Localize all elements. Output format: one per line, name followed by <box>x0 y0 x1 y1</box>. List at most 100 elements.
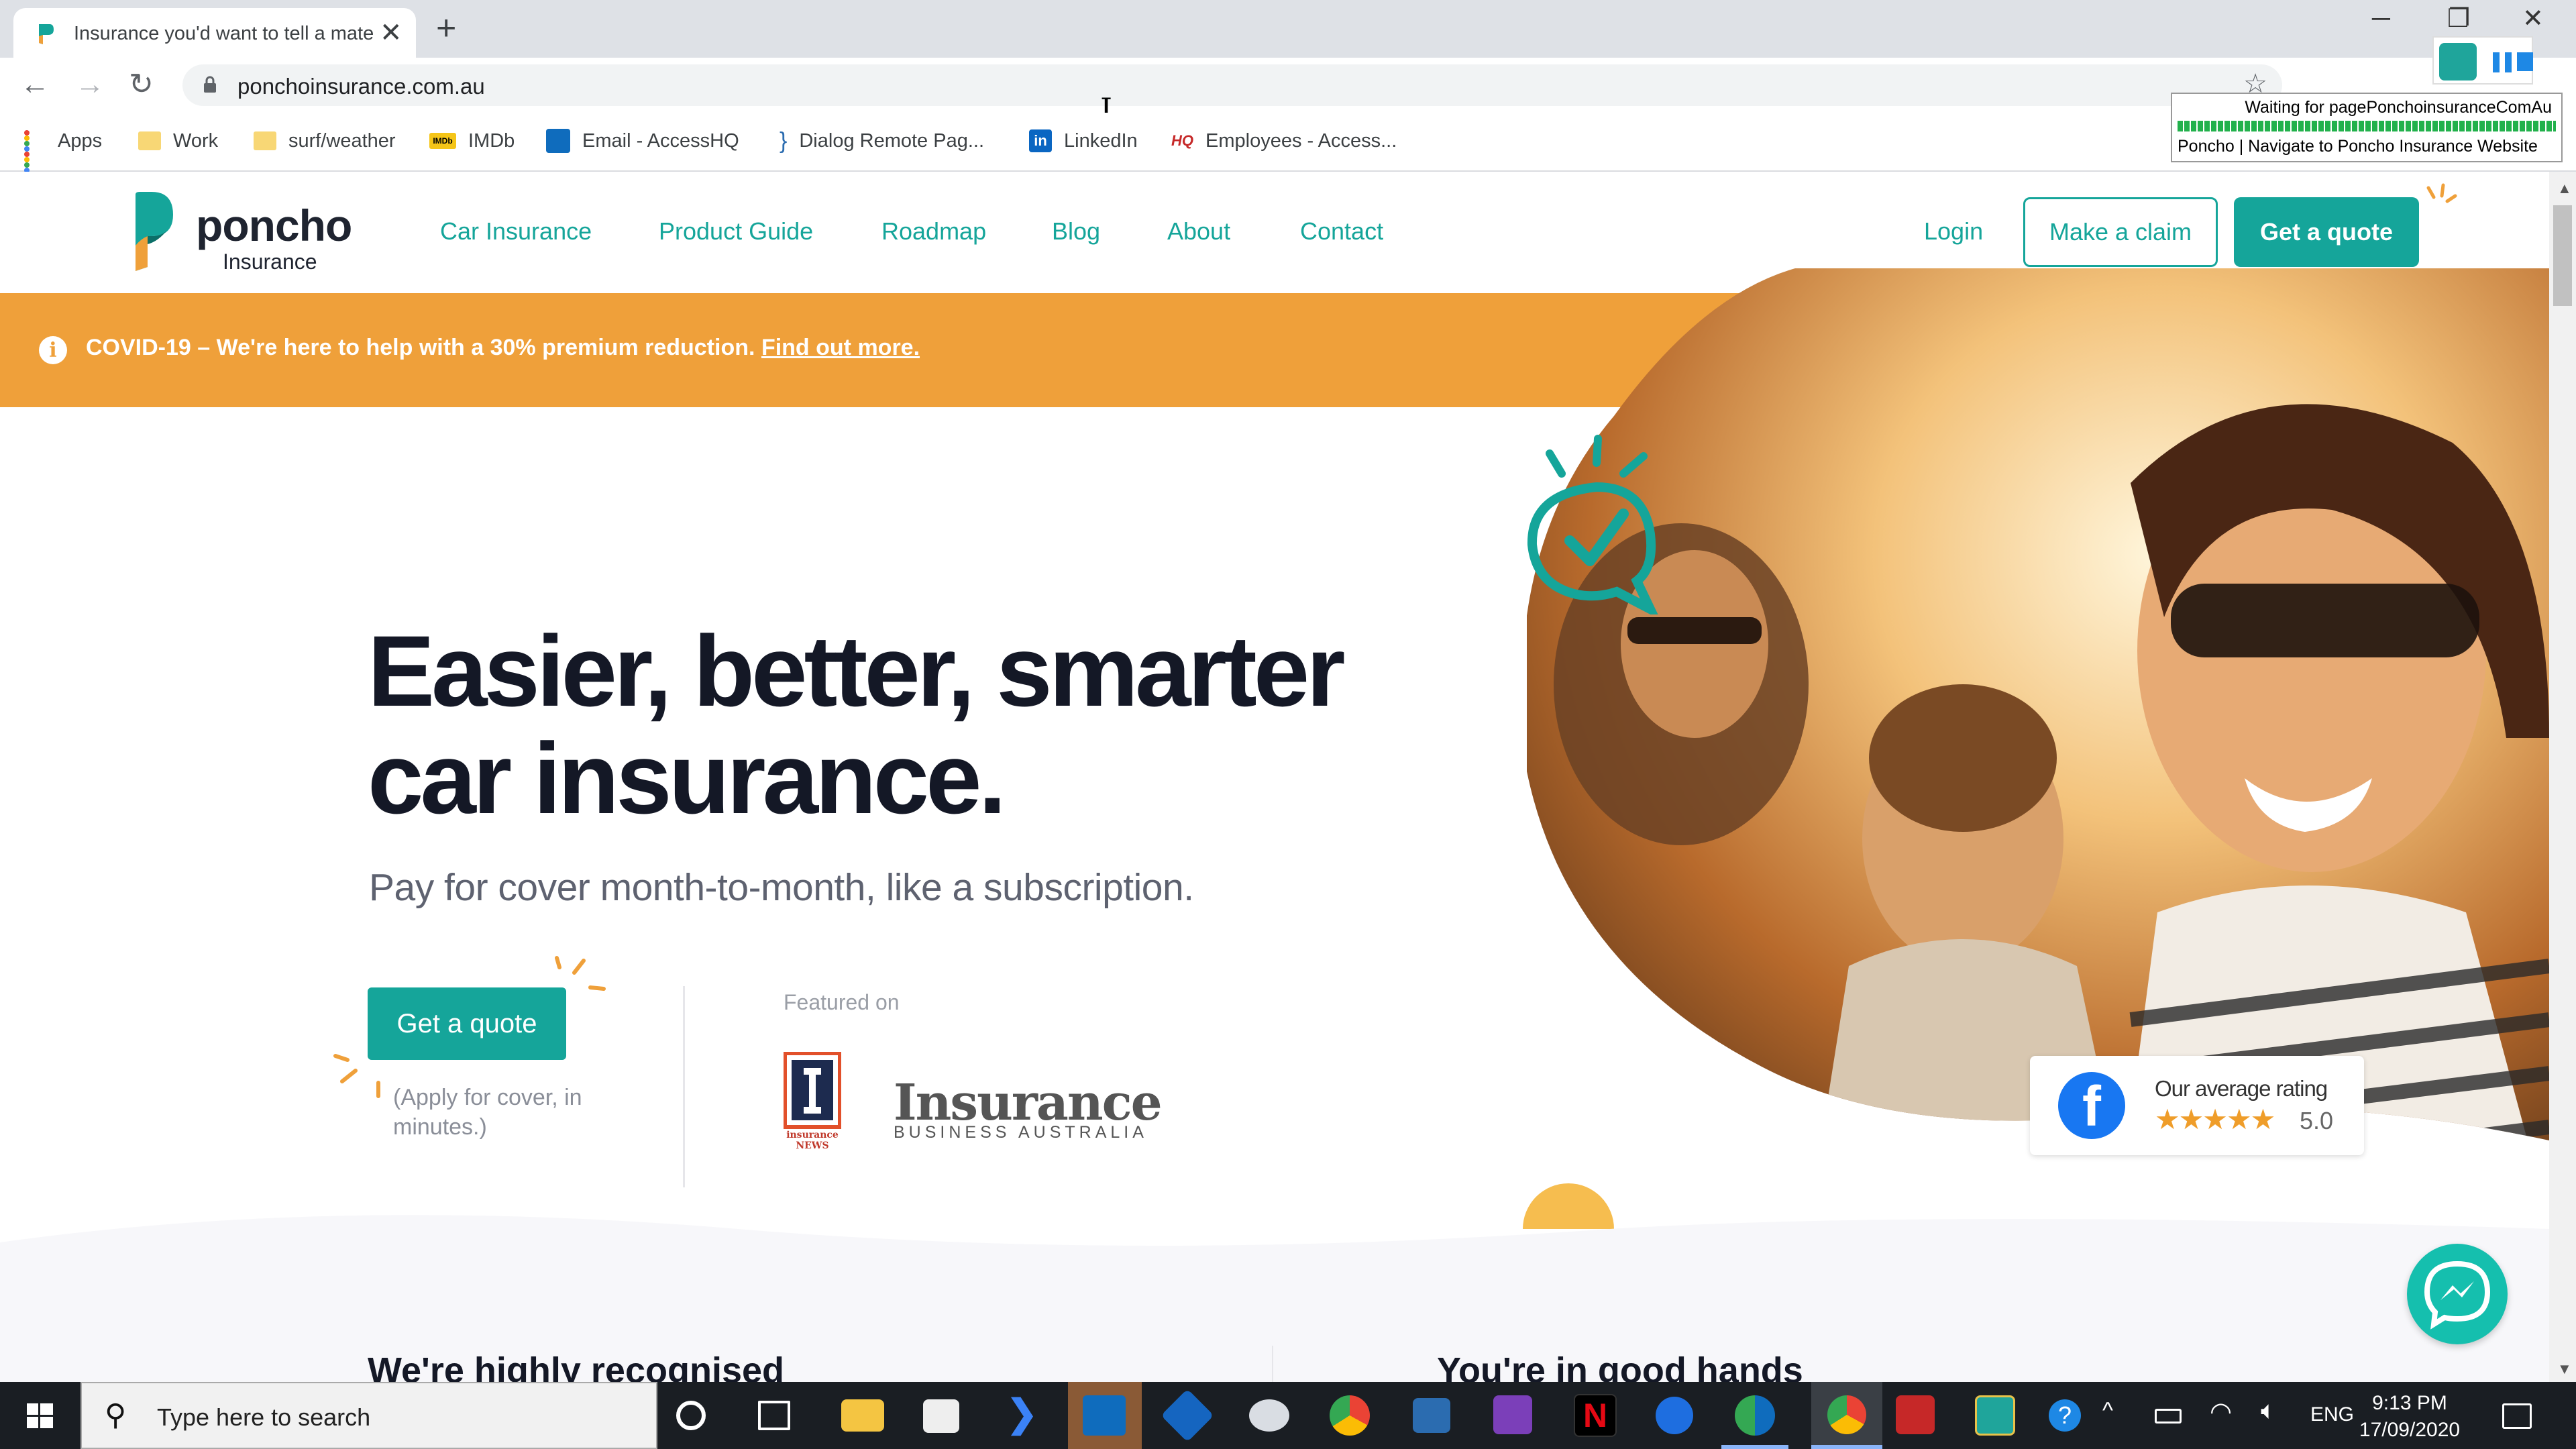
info-icon: i <box>39 336 67 364</box>
bookmark-label: LinkedIn <box>1064 129 1138 152</box>
hero-headline-line-2: car insurance. <box>368 722 1006 835</box>
taskbar-clock[interactable]: 9:13 PM 17/09/2020 <box>2359 1390 2461 1444</box>
bookmark-apps[interactable]: Apps <box>24 126 102 178</box>
pause-icon[interactable] <box>2493 52 2512 72</box>
bookmark-surf-weather[interactable]: surf/weather <box>254 126 396 156</box>
bookmark-label: Dialog Remote Pag... <box>799 129 985 152</box>
progress-bar <box>2178 121 2556 131</box>
reload-icon[interactable]: ↻ <box>129 66 154 103</box>
covid-message: COVID-19 – We're here to help with a 30%… <box>86 335 920 361</box>
nav-product-guide[interactable]: Product Guide <box>659 217 813 246</box>
bookmark-linkedin[interactable]: in LinkedIn <box>1029 126 1138 156</box>
web-page: poncho Insurance Car Insurance Product G… <box>0 172 2549 1382</box>
bookmark-email-accesshq[interactable]: Email - AccessHQ <box>546 126 739 156</box>
task-view-icon[interactable] <box>758 1401 790 1430</box>
scroll-up-icon[interactable]: ▲ <box>2557 180 2572 197</box>
cta-note: (Apply for cover, in minutes.) <box>393 1085 582 1140</box>
edge-icon[interactable] <box>1735 1395 1775 1436</box>
poncho-logo[interactable]: poncho Insurance <box>131 192 373 279</box>
layers-app-icon[interactable] <box>1161 1389 1214 1442</box>
folder-icon <box>254 131 276 150</box>
file-explorer-icon[interactable] <box>841 1399 884 1432</box>
automation-app-icon[interactable] <box>1975 1395 2015 1436</box>
nav-blog[interactable]: Blog <box>1052 217 1100 246</box>
nav-roadmap[interactable]: Roadmap <box>881 217 986 246</box>
stop-icon[interactable] <box>2517 52 2533 71</box>
hero-headline-line-1: Easier, better, smarter <box>368 614 1346 727</box>
nav-car-insurance[interactable]: Car Insurance <box>440 217 592 246</box>
hero-headline: Easier, better, smarter car insurance. <box>368 617 1508 832</box>
bookmark-dialog-remote[interactable]: } Dialog Remote Pag... <box>780 126 984 156</box>
window-close-icon[interactable]: ✕ <box>2522 5 2544 32</box>
messenger-chat-button[interactable] <box>2407 1244 2508 1344</box>
hero-get-quote-button[interactable]: Get a quote <box>368 987 566 1060</box>
back-icon[interactable]: ← <box>20 66 50 103</box>
language-indicator[interactable]: ENG <box>2310 1403 2354 1426</box>
rating-badge[interactable]: f Our average rating ★★★★★ 5.0 <box>2030 1056 2364 1155</box>
tray-chevron-icon[interactable]: ^ <box>2102 1398 2145 1441</box>
wifi-icon[interactable]: ◠ <box>2210 1397 2253 1440</box>
search-icon: ⚲ <box>105 1399 127 1432</box>
new-tab-button[interactable]: + <box>436 9 456 47</box>
minimize-icon[interactable]: ─ <box>2372 5 2390 32</box>
browser-tab[interactable]: Insurance you'd want to tell a mate abou… <box>13 8 416 58</box>
scroll-down-icon[interactable]: ▼ <box>2557 1360 2572 1378</box>
taskbar-search-box[interactable]: ⚲ Type here to search <box>80 1382 657 1449</box>
netflix-icon[interactable]: N <box>1574 1394 1617 1437</box>
chrome-icon[interactable] <box>1330 1395 1370 1436</box>
login-link[interactable]: Login <box>1924 217 1983 246</box>
clock-time: 9:13 PM <box>2372 1392 2447 1414</box>
nav-contact[interactable]: Contact <box>1300 217 1383 246</box>
hero-subtitle: Pay for cover month-to-month, like a sub… <box>369 866 1194 909</box>
poncho-favicon-icon <box>39 24 54 44</box>
section-divider <box>1272 1346 1273 1382</box>
bookmark-label: surf/weather <box>288 129 396 152</box>
facebook-icon: f <box>2058 1072 2125 1139</box>
close-tab-icon[interactable]: ✕ <box>380 17 402 48</box>
automation-status-overlay: Waiting for pagePonchoinsuranceComAu Pon… <box>2171 93 2563 162</box>
clock-check-bubble-icon <box>1527 435 1658 614</box>
start-button[interactable] <box>0 1382 80 1449</box>
outlook-taskbar-icon[interactable] <box>1068 1382 1142 1449</box>
windows-taskbar: ⚲ Type here to search ❯ N ? ^ ◠ 🔈︎ ENG 9… <box>0 1382 2576 1449</box>
insurance-business-logo[interactable]: Insurance BUSINESS AUSTRALIA <box>894 1076 1163 1142</box>
acrobat-icon[interactable] <box>1896 1395 1935 1434</box>
automation-gear-icon[interactable] <box>2439 43 2477 80</box>
bookmark-label: Employees - Access... <box>1205 129 1397 152</box>
bookmark-work[interactable]: Work <box>138 126 218 156</box>
poncho-p-logo-icon <box>136 192 173 271</box>
bookmark-label: Work <box>173 129 219 152</box>
visual-studio-icon[interactable] <box>1493 1395 1532 1434</box>
maps-icon[interactable] <box>1656 1397 1693 1434</box>
remote-desktop-icon[interactable] <box>1413 1398 1450 1433</box>
battery-icon[interactable] <box>2155 1409 2182 1424</box>
make-a-claim-button[interactable]: Make a claim <box>2023 197 2218 267</box>
forward-icon[interactable]: → <box>75 66 105 103</box>
chrome-active-taskbar-icon[interactable] <box>1811 1382 1882 1449</box>
covid-text: COVID-19 – We're here to help with a 30%… <box>86 335 755 360</box>
bookmark-label: IMDb <box>468 129 515 152</box>
lock-icon <box>204 76 216 93</box>
power-automate-icon[interactable]: ❯ <box>1006 1391 1049 1434</box>
volume-icon[interactable]: 🔈︎ <box>2261 1397 2304 1440</box>
help-icon[interactable]: ? <box>2049 1399 2081 1432</box>
scrollbar-thumb[interactable] <box>2553 205 2572 306</box>
page-scrollbar[interactable]: ▲ ▼ <box>2549 172 2576 1382</box>
bookmark-employees[interactable]: HQ Employees - Access... <box>1171 126 1397 156</box>
find-out-more-link[interactable]: Find out more. <box>761 335 920 360</box>
nav-about[interactable]: About <box>1167 217 1230 246</box>
notifications-icon[interactable] <box>2502 1403 2532 1429</box>
rating-label: Our average rating <box>2155 1076 2328 1101</box>
insurance-news-logo[interactable]: insurance NEWS <box>783 1051 842 1162</box>
featured-on-label: Featured on <box>784 990 900 1014</box>
bookmark-imdb[interactable]: IMDb IMDb <box>429 126 515 156</box>
address-bar[interactable]: ponchoinsurance.com.au ☆ <box>182 64 2282 106</box>
restore-icon[interactable]: ❐ <box>2447 5 2470 32</box>
logo-subtitle: Insurance <box>223 250 317 274</box>
insurance-business-subtitle: BUSINESS AUSTRALIA <box>894 1123 1148 1142</box>
cortana-icon[interactable] <box>676 1401 706 1430</box>
store-icon[interactable] <box>923 1399 959 1433</box>
windows-logo-icon <box>27 1403 53 1428</box>
paint-icon[interactable] <box>1249 1399 1289 1432</box>
header-get-quote-button[interactable]: Get a quote <box>2234 197 2419 267</box>
